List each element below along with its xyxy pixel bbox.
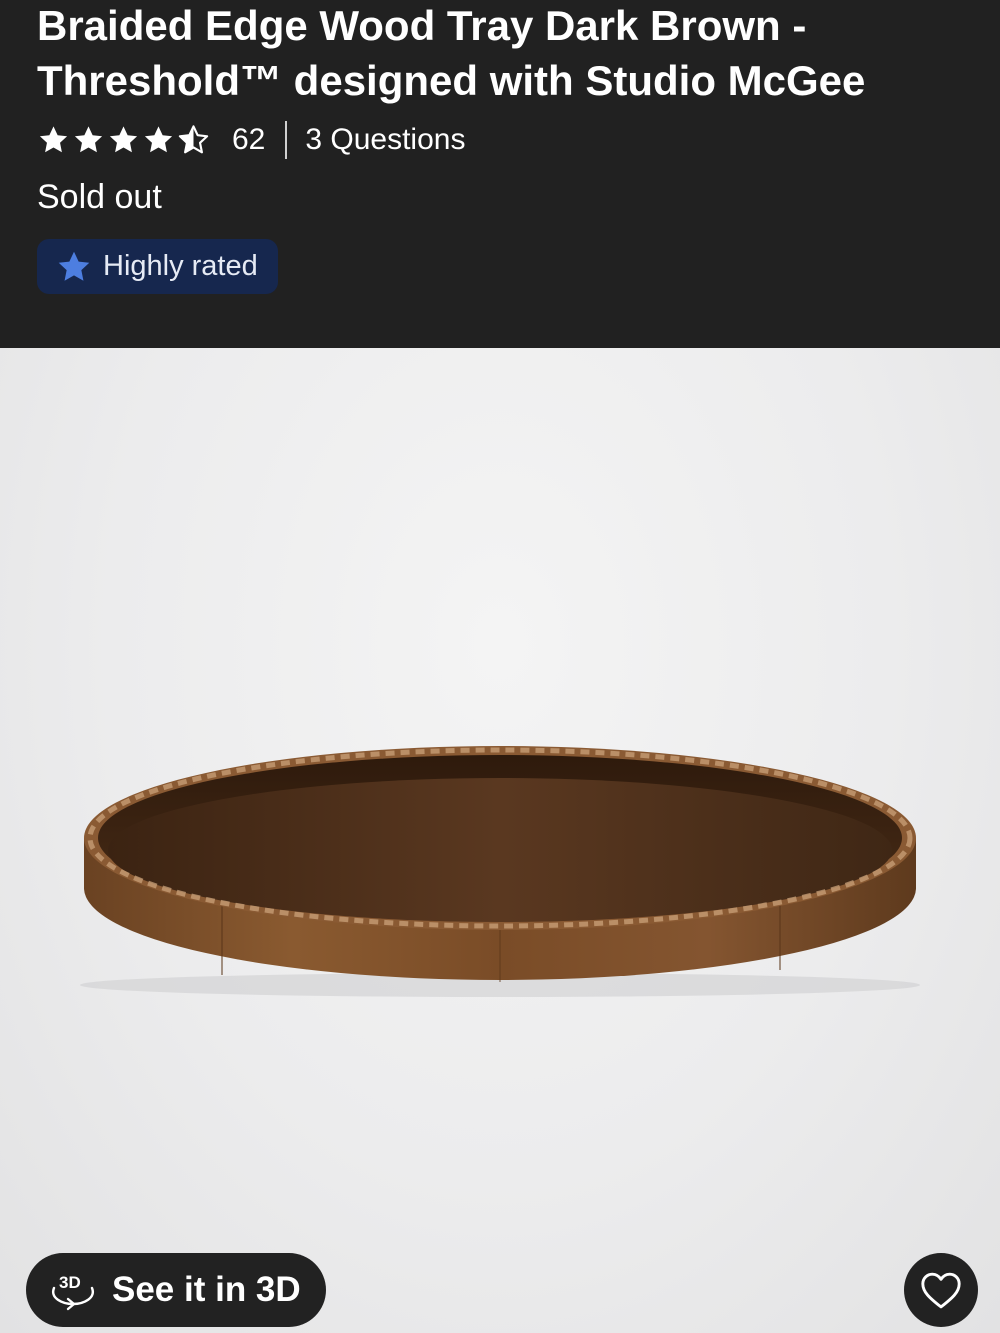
3d-rotate-icon: 3D [52, 1273, 94, 1311]
heart-icon [921, 1272, 961, 1309]
star-full-icon [144, 126, 173, 153]
product-title: Braided Edge Wood Tray Dark Brown - Thre… [37, 2, 866, 104]
star-rating[interactable] [37, 124, 210, 156]
product-image[interactable] [0, 348, 1000, 1333]
star-full-icon [109, 126, 138, 153]
product-header: Braided Edge Wood Tray Dark Brown - Thre… [0, 0, 1000, 348]
star-full-icon [74, 126, 103, 153]
badge-label: Highly rated [103, 250, 258, 282]
stock-status: Sold out [37, 178, 162, 216]
highly-rated-badge: Highly rated [37, 239, 278, 294]
see-in-3d-button[interactable]: 3D See it in 3D [26, 1253, 326, 1327]
see-in-3d-label: See it in 3D [112, 1270, 301, 1309]
star-icon [58, 251, 90, 281]
wood-tray-image [80, 746, 920, 997]
questions-link[interactable]: 3 Questions [305, 123, 465, 157]
star-half-icon [178, 125, 209, 154]
star-full-icon [39, 126, 68, 153]
rating-row[interactable]: 62 3 Questions [37, 118, 465, 162]
review-count[interactable]: 62 [232, 123, 265, 157]
svg-text:3D: 3D [59, 1273, 81, 1292]
rating-divider [285, 121, 288, 159]
favorite-button[interactable] [904, 1253, 978, 1327]
